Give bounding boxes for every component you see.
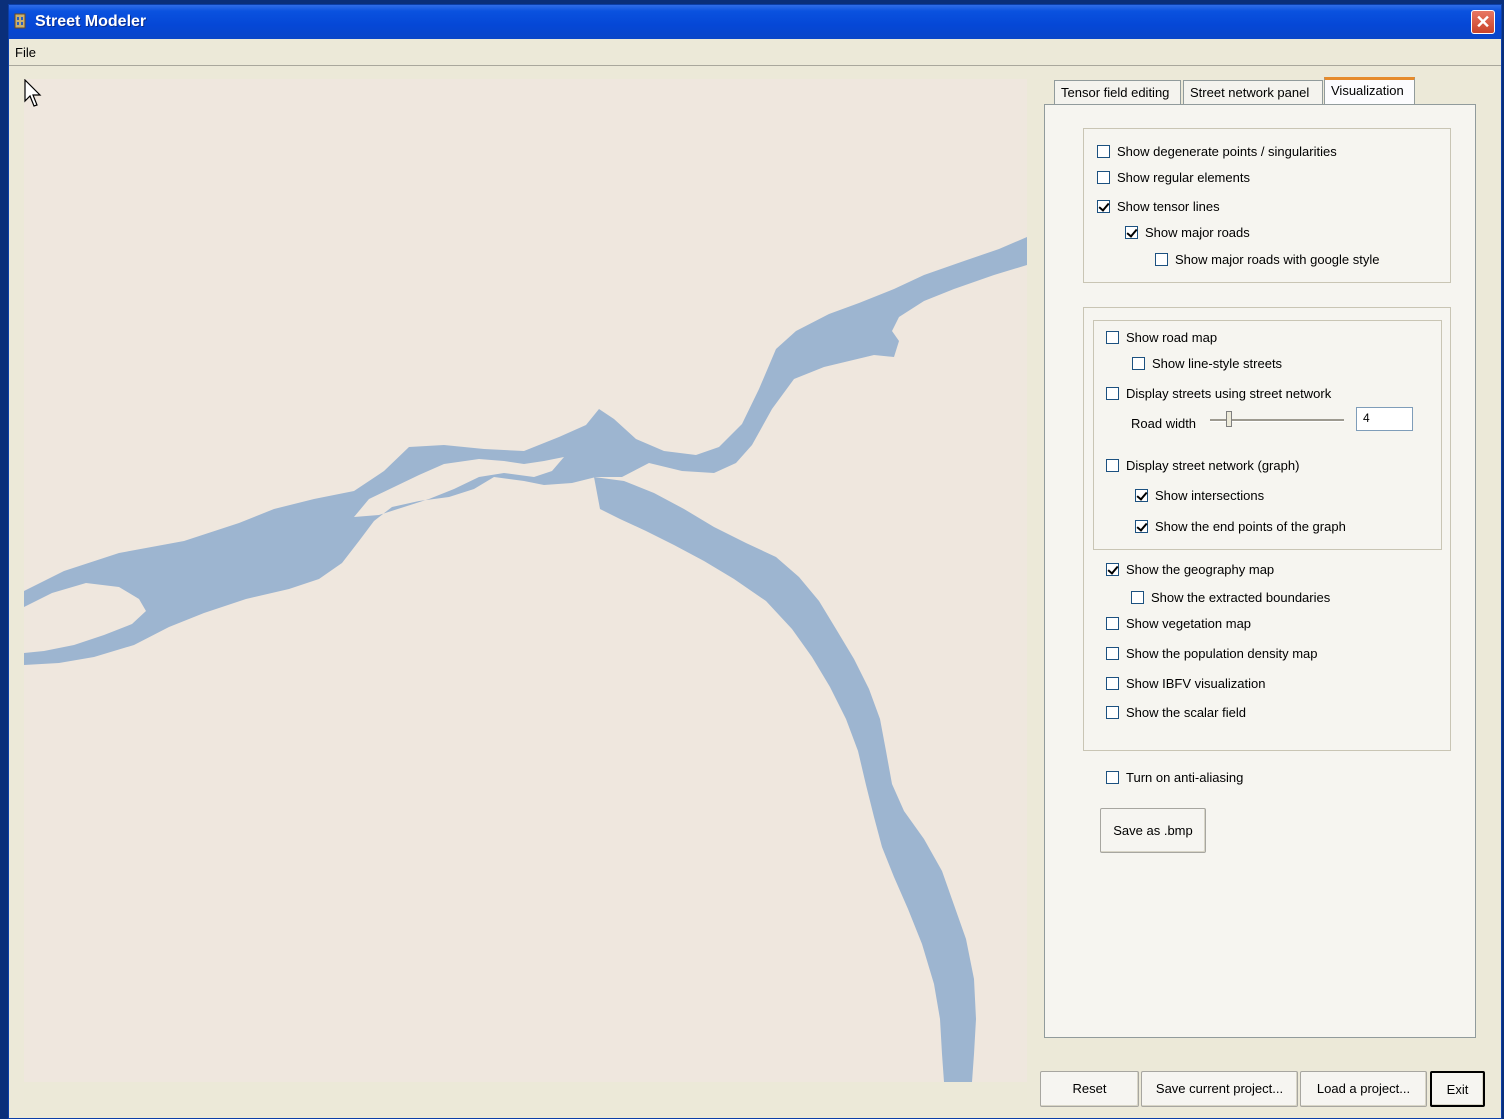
road-width-slider-thumb[interactable] xyxy=(1226,411,1232,427)
app-icon xyxy=(14,13,26,29)
checkbox-icon[interactable] xyxy=(1097,145,1110,158)
menu-bar: File xyxy=(9,39,1501,66)
checkbox-icon[interactable] xyxy=(1131,591,1144,604)
cb-tensor-lines[interactable]: Show tensor lines xyxy=(1097,199,1220,214)
cb-label: Show vegetation map xyxy=(1126,616,1252,631)
tab-visualization[interactable]: Visualization xyxy=(1324,77,1415,107)
road-options-subgroup xyxy=(1093,320,1442,550)
save-bmp-button[interactable]: Save as .bmp xyxy=(1100,808,1206,853)
checkbox-checked-icon[interactable] xyxy=(1106,563,1119,576)
cb-label: Show line-style streets xyxy=(1152,356,1283,371)
cb-display-street-graph[interactable]: Display street network (graph) xyxy=(1106,458,1299,473)
title-bar[interactable]: Street Modeler ✕ xyxy=(9,5,1501,40)
cb-line-style-streets[interactable]: Show line-style streets xyxy=(1132,356,1282,371)
checkbox-icon[interactable] xyxy=(1097,171,1110,184)
cb-google-style[interactable]: Show major roads with google style xyxy=(1155,252,1380,267)
checkbox-icon[interactable] xyxy=(1106,771,1119,784)
menu-file[interactable]: File xyxy=(15,45,36,60)
cb-ibfv-visualization[interactable]: Show IBFV visualization xyxy=(1106,676,1265,691)
checkbox-icon[interactable] xyxy=(1106,459,1119,472)
cb-road-map[interactable]: Show road map xyxy=(1106,330,1217,345)
cb-label: Display streets using street network xyxy=(1126,386,1332,401)
checkbox-checked-icon[interactable] xyxy=(1135,520,1148,533)
cb-show-intersections[interactable]: Show intersections xyxy=(1135,488,1264,503)
cb-label: Show major roads with google style xyxy=(1175,252,1380,267)
cb-label: Show tensor lines xyxy=(1117,199,1220,214)
checkbox-icon[interactable] xyxy=(1106,677,1119,690)
road-width-input[interactable]: 4 xyxy=(1356,407,1413,431)
road-width-label: Road width xyxy=(1131,416,1197,431)
cb-display-streets[interactable]: Display streets using street network xyxy=(1106,386,1331,401)
checkbox-icon[interactable] xyxy=(1106,647,1119,660)
river-south-branch xyxy=(594,477,976,1082)
cb-label: Show the end points of the graph xyxy=(1155,519,1346,534)
checkbox-icon[interactable] xyxy=(1132,357,1145,370)
cb-label: Show the extracted boundaries xyxy=(1151,590,1331,605)
tab-tensor-field-editing[interactable]: Tensor field editing xyxy=(1054,80,1181,104)
cb-label: Show road map xyxy=(1126,330,1218,345)
cb-label: Show intersections xyxy=(1155,488,1265,503)
checkbox-checked-icon[interactable] xyxy=(1097,200,1110,213)
cb-vegetation-map[interactable]: Show vegetation map xyxy=(1106,616,1251,631)
tab-street-network-panel[interactable]: Street network panel xyxy=(1183,80,1323,104)
window-title: Street Modeler xyxy=(35,13,147,30)
cb-label: Display street network (graph) xyxy=(1126,458,1300,473)
cb-label: Show the population density map xyxy=(1126,646,1318,661)
cb-population-density[interactable]: Show the population density map xyxy=(1106,646,1318,661)
cb-scalar-field[interactable]: Show the scalar field xyxy=(1106,705,1246,720)
checkbox-checked-icon[interactable] xyxy=(1135,489,1148,502)
map-canvas[interactable] xyxy=(24,79,1027,1082)
geography-map xyxy=(24,237,1027,1082)
cb-extracted-boundaries[interactable]: Show the extracted boundaries xyxy=(1131,590,1330,605)
checkbox-icon[interactable] xyxy=(1155,253,1168,266)
cb-label: Show the scalar field xyxy=(1126,705,1246,720)
checkbox-icon[interactable] xyxy=(1106,387,1119,400)
cb-label: Show major roads xyxy=(1145,225,1250,240)
reset-button[interactable]: Reset xyxy=(1040,1071,1139,1107)
river-main-branch xyxy=(24,237,1027,665)
checkbox-icon[interactable] xyxy=(1106,706,1119,719)
cb-show-end-points[interactable]: Show the end points of the graph xyxy=(1135,519,1346,534)
exit-button[interactable]: Exit xyxy=(1430,1071,1485,1107)
cb-label: Show the geography map xyxy=(1126,562,1275,577)
load-project-button[interactable]: Load a project... xyxy=(1300,1071,1427,1107)
cb-degenerate-points[interactable]: Show degenerate points / singularities xyxy=(1097,144,1337,159)
cb-label: Show regular elements xyxy=(1117,170,1250,185)
checkbox-checked-icon[interactable] xyxy=(1125,226,1138,239)
checkbox-icon[interactable] xyxy=(1106,617,1119,630)
checkbox-icon[interactable] xyxy=(1106,331,1119,344)
cb-major-roads[interactable]: Show major roads xyxy=(1125,225,1250,240)
cb-label: Turn on anti-aliasing xyxy=(1126,770,1244,785)
cb-geography-map[interactable]: Show the geography map xyxy=(1106,562,1274,577)
cb-anti-aliasing[interactable]: Turn on anti-aliasing xyxy=(1106,770,1243,785)
cb-label: Show IBFV visualization xyxy=(1126,676,1266,691)
cb-regular-elements[interactable]: Show regular elements xyxy=(1097,170,1250,185)
save-project-button[interactable]: Save current project... xyxy=(1141,1071,1298,1107)
cb-label: Show degenerate points / singularities xyxy=(1117,144,1337,159)
mouse-cursor-icon xyxy=(24,79,42,107)
close-icon[interactable]: ✕ xyxy=(1471,10,1495,34)
